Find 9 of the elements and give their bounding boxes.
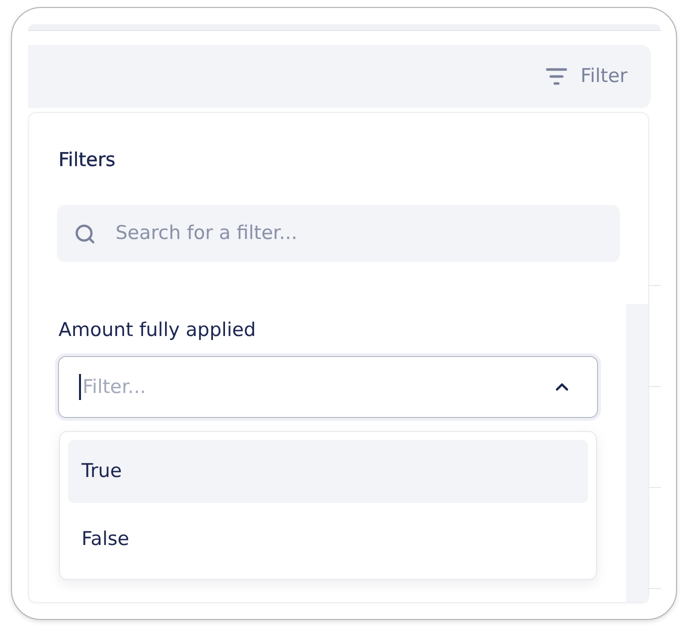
filters-title: Filters bbox=[58, 148, 116, 172]
filter-combobox[interactable]: Filter... bbox=[58, 356, 598, 418]
option-item[interactable]: False bbox=[68, 508, 588, 570]
field-label: Amount fully applied bbox=[58, 318, 257, 342]
search-field[interactable]: Search for a filter... bbox=[56, 204, 620, 262]
filter-button[interactable]: Filter bbox=[546, 65, 628, 87]
search-icon bbox=[74, 222, 96, 244]
filter-icon bbox=[546, 68, 568, 84]
option-item[interactable]: True bbox=[68, 440, 588, 502]
